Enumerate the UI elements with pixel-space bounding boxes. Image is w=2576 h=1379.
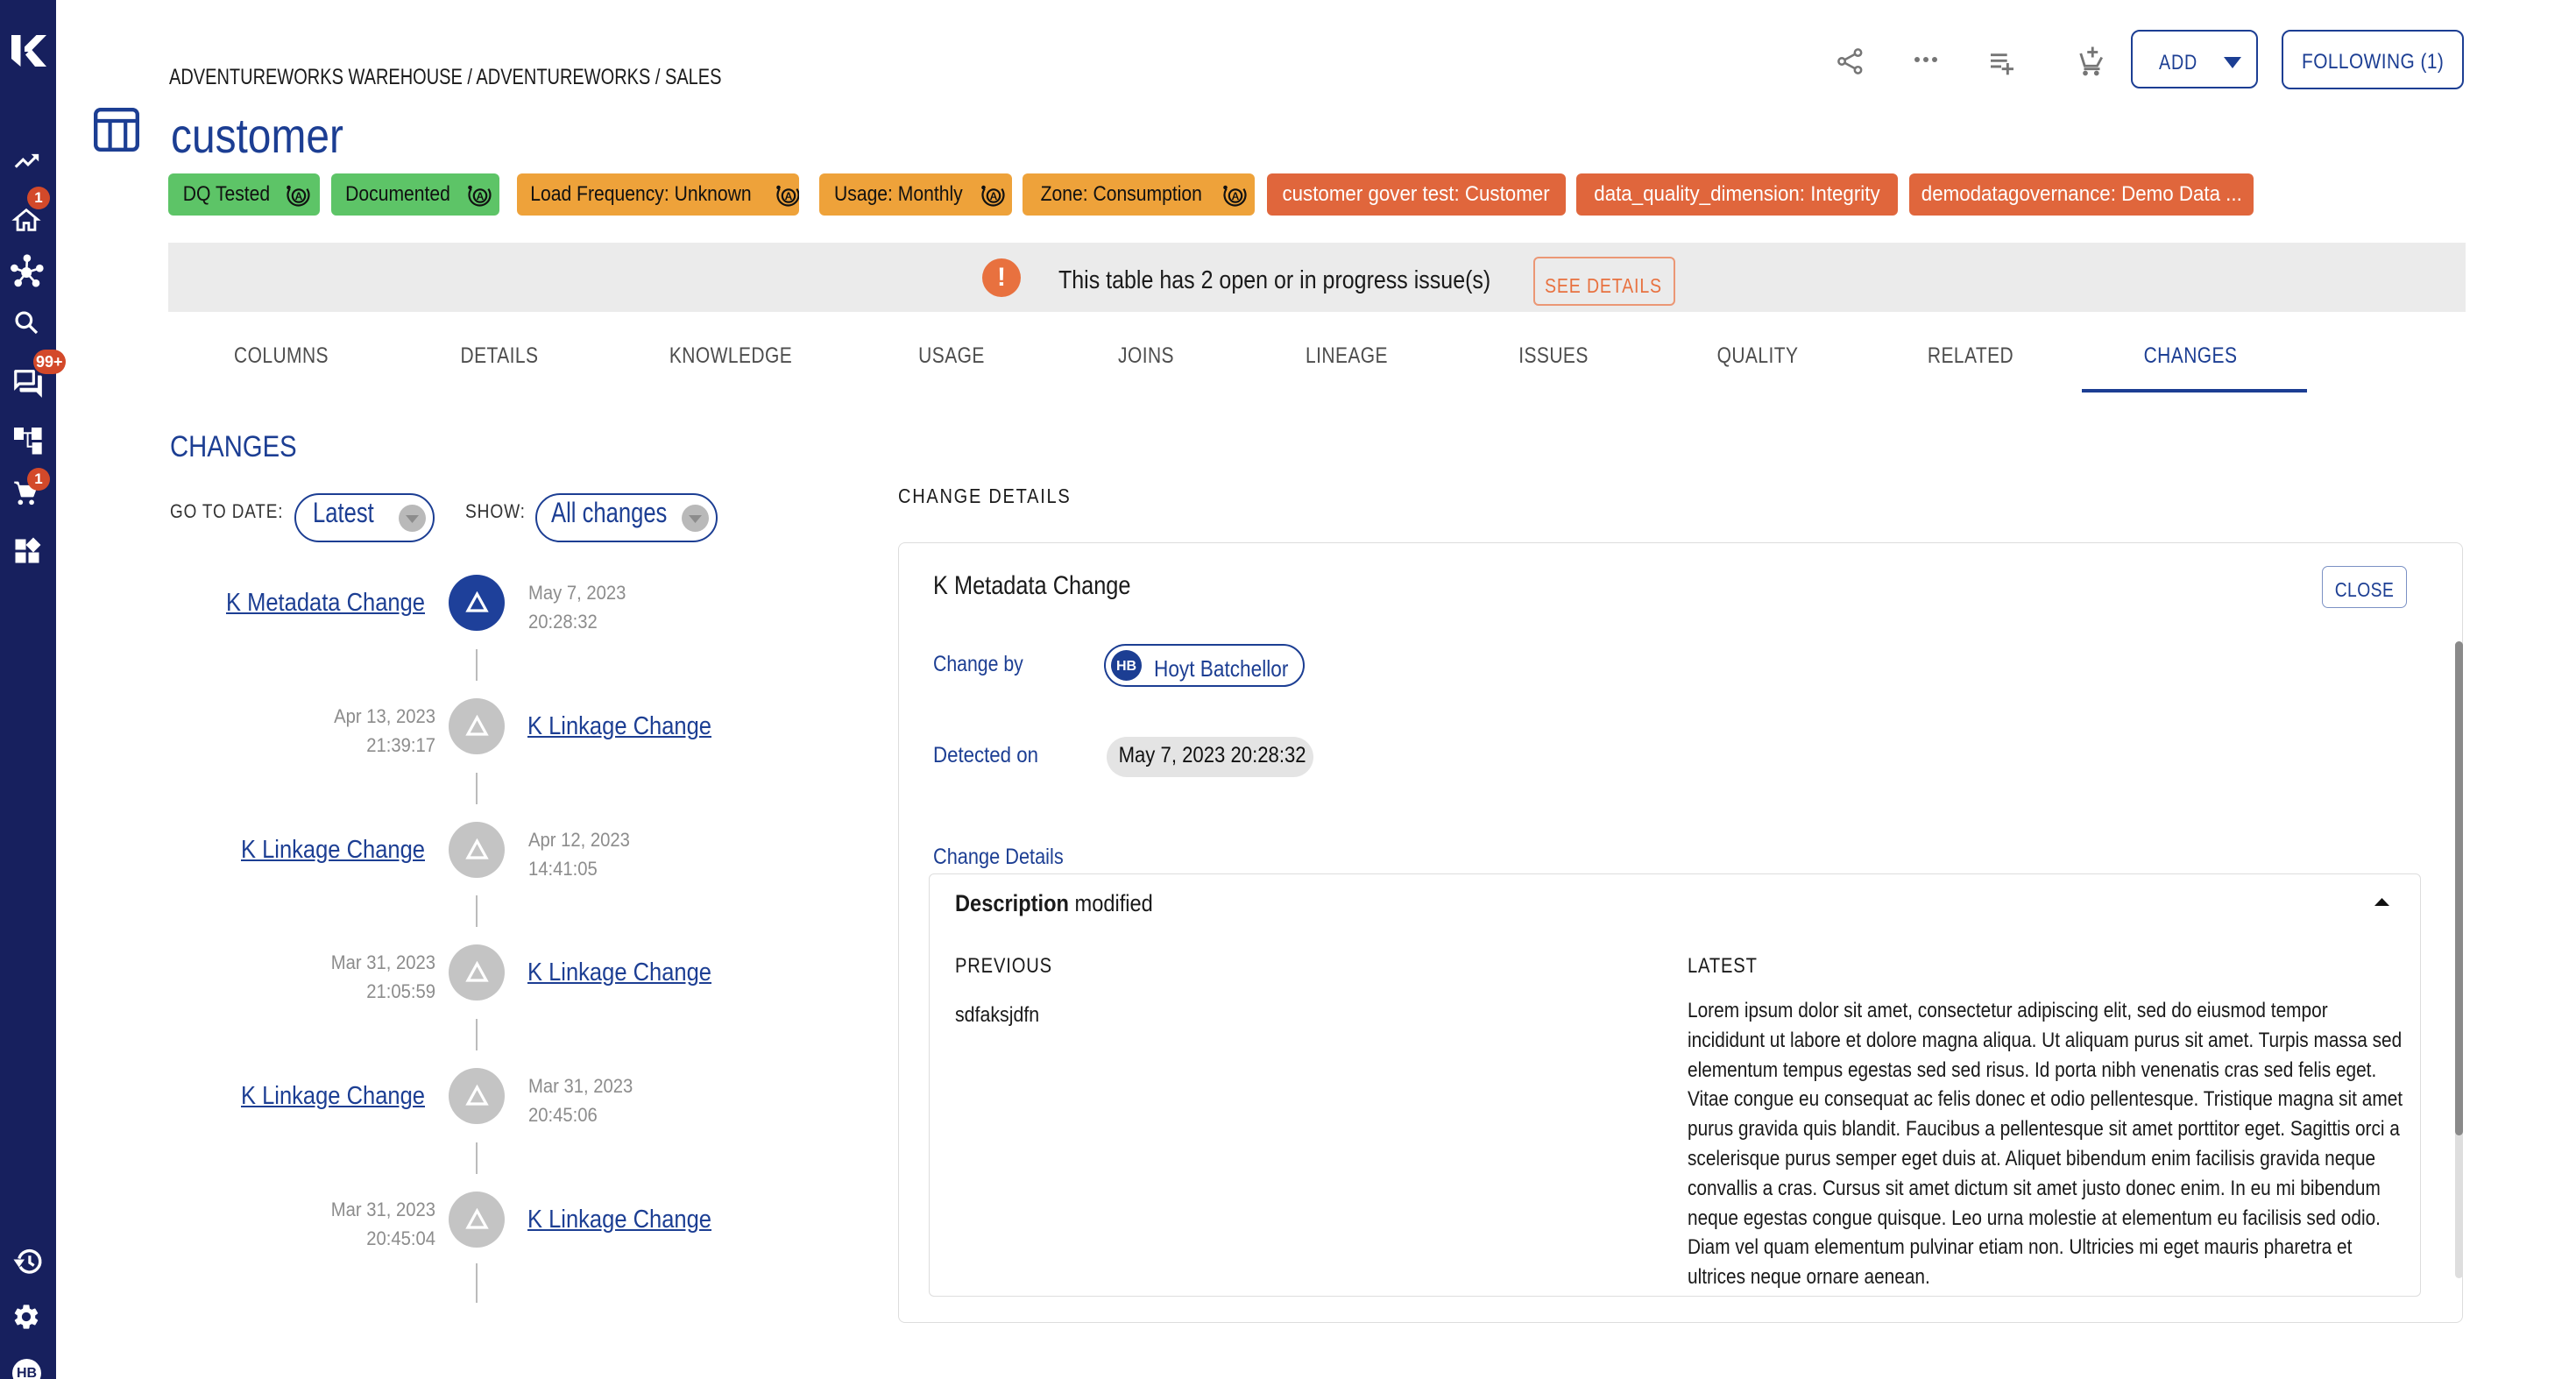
svg-text:A: A (295, 190, 303, 202)
svg-text:A: A (1232, 190, 1240, 202)
svg-text:A: A (990, 190, 998, 202)
svg-text:A: A (785, 190, 793, 202)
svg-text:A: A (477, 190, 485, 202)
